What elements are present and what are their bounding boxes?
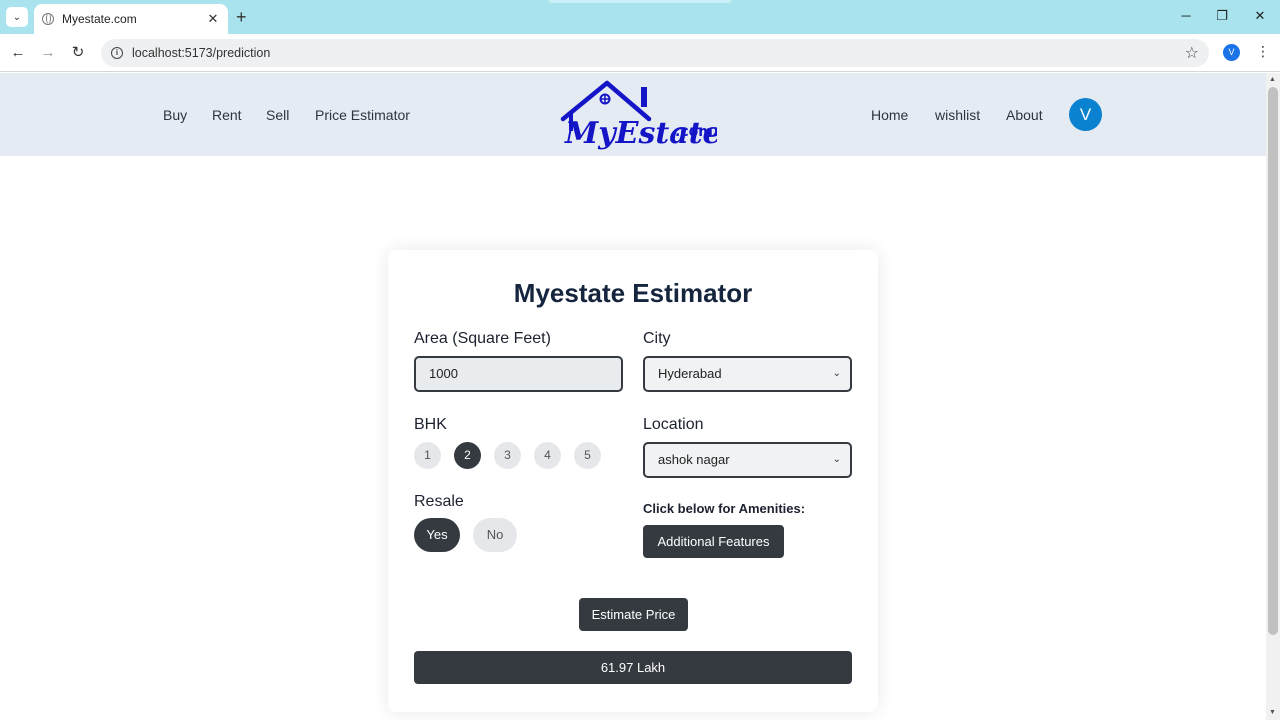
- new-tab-plus-icon[interactable]: +: [236, 8, 247, 26]
- browser-tab[interactable]: Myestate.com ✕: [34, 4, 228, 34]
- city-select-value: Hyderabad: [658, 366, 722, 381]
- myestate-logo[interactable]: MyEstate .com: [557, 79, 717, 157]
- city-select[interactable]: Hyderabad ⌄: [643, 356, 852, 392]
- resale-no-button[interactable]: No: [473, 518, 517, 552]
- nav-sell[interactable]: Sell: [266, 107, 289, 123]
- browser-toolbar: ← → ↻ i localhost:5173/prediction ☆: [0, 34, 1280, 72]
- bhk-option-4[interactable]: 4: [534, 442, 561, 469]
- user-avatar[interactable]: V: [1069, 98, 1102, 131]
- resale-yes-button[interactable]: Yes: [414, 518, 460, 552]
- bhk-label: BHK: [414, 416, 447, 433]
- minimize-icon[interactable]: ─: [1177, 8, 1195, 23]
- nav-price-estimator[interactable]: Price Estimator: [315, 107, 410, 123]
- nav-rent[interactable]: Rent: [212, 107, 242, 123]
- nav-about[interactable]: About: [1006, 107, 1043, 123]
- back-arrow-icon[interactable]: ←: [9, 44, 27, 62]
- city-label: City: [643, 330, 671, 347]
- bhk-option-1[interactable]: 1: [414, 442, 441, 469]
- bhk-option-5[interactable]: 5: [574, 442, 601, 469]
- tab-close-icon[interactable]: ✕: [206, 11, 220, 27]
- additional-features-button[interactable]: Additional Features: [643, 525, 784, 558]
- scroll-down-arrow-icon[interactable]: ▼: [1269, 709, 1276, 716]
- tab-search-chevron-icon[interactable]: ⌄: [6, 7, 28, 27]
- nav-buy[interactable]: Buy: [163, 107, 187, 123]
- forward-arrow-icon[interactable]: →: [39, 44, 57, 62]
- tab-strip-decoration: [548, 0, 732, 3]
- nav-wishlist[interactable]: wishlist: [935, 107, 980, 123]
- chevron-down-icon: ⌄: [832, 454, 841, 465]
- restore-icon[interactable]: ❐: [1213, 8, 1231, 24]
- address-bar[interactable]: i localhost:5173/prediction ☆: [101, 39, 1209, 67]
- globe-icon: [42, 13, 54, 25]
- site-info-icon[interactable]: i: [111, 47, 123, 59]
- bookmark-star-icon[interactable]: ☆: [1185, 43, 1199, 63]
- svg-text:.com: .com: [675, 124, 713, 140]
- chevron-down-icon: ⌄: [832, 368, 841, 379]
- reload-icon[interactable]: ↻: [69, 44, 87, 62]
- location-label: Location: [643, 416, 704, 433]
- page-scrollbar[interactable]: ▲ ▼: [1266, 73, 1280, 720]
- scroll-up-arrow-icon[interactable]: ▲: [1269, 76, 1276, 83]
- bhk-option-2[interactable]: 2: [454, 442, 481, 469]
- area-input[interactable]: 1000: [414, 356, 623, 392]
- scrollbar-thumb[interactable]: [1268, 87, 1278, 635]
- location-select[interactable]: ashok nagar ⌄: [643, 442, 852, 478]
- site-header: Buy Rent Sell Price Estimator MyEstate .…: [0, 73, 1266, 156]
- browser-menu-icon[interactable]: ⋮: [1256, 43, 1270, 60]
- bhk-option-3[interactable]: 3: [494, 442, 521, 469]
- tab-title: Myestate.com: [62, 12, 137, 26]
- browser-profile-avatar[interactable]: V: [1223, 44, 1240, 61]
- location-select-value: ashok nagar: [658, 452, 730, 467]
- amenities-label: Click below for Amenities:: [643, 501, 806, 516]
- area-label: Area (Square Feet): [414, 330, 551, 347]
- page-title: Myestate Estimator: [513, 278, 753, 308]
- browser-tab-strip: ⌄ Myestate.com ✕ + ─ ❐ ✕: [0, 0, 1280, 34]
- estimate-price-button[interactable]: Estimate Price: [579, 598, 688, 631]
- nav-home[interactable]: Home: [871, 107, 908, 123]
- page-viewport: Buy Rent Sell Price Estimator MyEstate .…: [0, 73, 1266, 720]
- url-text: localhost:5173/prediction: [132, 46, 271, 60]
- estimated-price-result: 61.97 Lakh: [414, 651, 852, 684]
- resale-label: Resale: [414, 493, 464, 510]
- window-close-icon[interactable]: ✕: [1251, 8, 1269, 24]
- estimator-card: Myestate Estimator Area (Square Feet) 10…: [388, 250, 878, 712]
